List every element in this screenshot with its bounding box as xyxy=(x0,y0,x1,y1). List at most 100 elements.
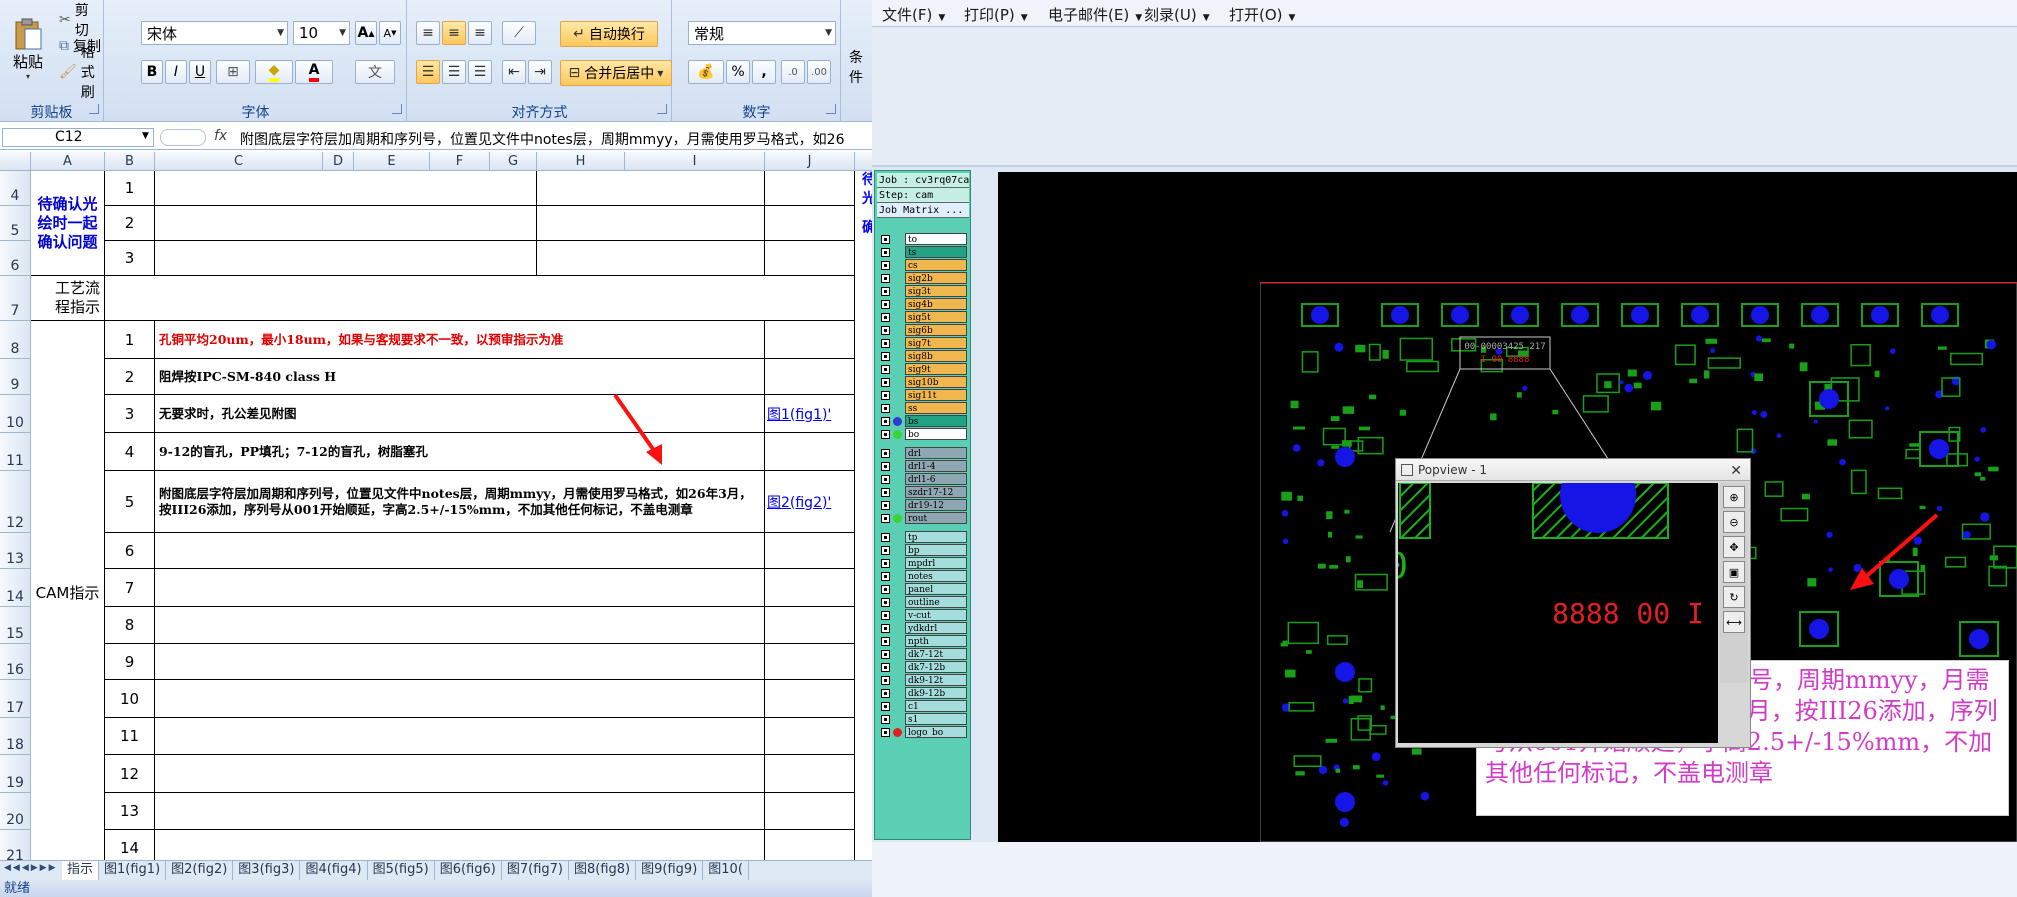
layer-row[interactable]: dk9-12t xyxy=(879,674,969,687)
layer-name[interactable]: panel xyxy=(905,583,967,595)
cam-menu-item[interactable]: 刻录(U) ▼ xyxy=(1144,4,1210,25)
italic-button[interactable]: I xyxy=(165,60,187,84)
dialog-launcher-icon[interactable] xyxy=(89,104,99,114)
figure-link[interactable] xyxy=(765,644,855,680)
figure-link[interactable] xyxy=(765,793,855,830)
item-number[interactable]: 3 xyxy=(105,395,155,433)
align-left-button[interactable]: ☰ xyxy=(416,60,440,84)
item-number[interactable]: 8 xyxy=(105,607,155,644)
dialog-launcher-icon[interactable] xyxy=(657,104,667,114)
row-header[interactable]: 10 xyxy=(0,395,31,433)
layer-name[interactable]: bo xyxy=(905,428,967,440)
layer-row[interactable]: cs xyxy=(879,259,969,272)
layer-row[interactable]: drl xyxy=(879,447,969,460)
figure-link[interactable] xyxy=(765,533,855,569)
layer-row[interactable]: ts xyxy=(879,246,969,259)
layer-name[interactable]: mpdrl xyxy=(905,557,967,569)
cut-button[interactable]: ✂ 剪切 xyxy=(58,3,103,39)
layer-checkbox[interactable] xyxy=(881,572,890,581)
figure-link[interactable] xyxy=(765,718,855,755)
sheet-nav-arrows-icon[interactable]: ◀◀◀▶▶▶ xyxy=(4,863,58,873)
cam-menu-item[interactable]: 打开(O) ▼ xyxy=(1229,4,1295,25)
layer-name[interactable]: sig6b xyxy=(905,324,967,336)
layer-name[interactable]: s1 xyxy=(905,713,967,725)
sheet-tab[interactable]: 图3(fig3) xyxy=(233,861,301,880)
item-number[interactable]: 6 xyxy=(105,533,155,569)
sheet-tab[interactable]: 图4(fig4) xyxy=(300,861,368,880)
layer-checkbox[interactable] xyxy=(881,676,890,685)
paste-button[interactable]: 粘贴 ▾ xyxy=(4,8,52,90)
layer-checkbox[interactable] xyxy=(881,585,890,594)
item-number[interactable]: 5 xyxy=(105,471,155,533)
layer-checkbox[interactable] xyxy=(881,559,890,568)
layer-name[interactable]: logo_bo xyxy=(905,726,967,738)
wrap-text-button[interactable]: ↵ 自动换行 xyxy=(560,21,658,47)
layer-checkbox[interactable] xyxy=(881,475,890,484)
instruction-text[interactable] xyxy=(155,680,765,718)
fit-button[interactable]: ▣ xyxy=(1723,561,1745,583)
layer-name[interactable]: sig8b xyxy=(905,350,967,362)
item-number[interactable]: 10 xyxy=(105,680,155,718)
figure-link[interactable] xyxy=(765,359,855,395)
row-header[interactable]: 7 xyxy=(0,276,31,321)
instruction-text[interactable] xyxy=(155,644,765,680)
layer-row[interactable]: notes xyxy=(879,570,969,583)
figure-link[interactable]: 图1(fig1)' xyxy=(765,395,855,433)
figure-link[interactable] xyxy=(765,830,855,860)
sheet-tab[interactable]: 图10( xyxy=(703,861,749,880)
layer-name[interactable]: c1 xyxy=(905,700,967,712)
row-header[interactable]: 17 xyxy=(0,680,31,718)
layer-name[interactable]: dk9-12t xyxy=(905,674,967,686)
merge-center-button[interactable]: ⊟ 合并后居中 ▼ xyxy=(560,60,672,86)
align-top-button[interactable]: ≡ xyxy=(416,21,440,45)
dialog-launcher-icon[interactable] xyxy=(392,104,402,114)
item-number[interactable]: 12 xyxy=(105,755,155,793)
layer-checkbox[interactable] xyxy=(881,274,890,283)
sheet-tab[interactable]: 图8(fig8) xyxy=(569,861,637,880)
column-header[interactable]: E xyxy=(354,152,430,171)
pending-h-cell[interactable] xyxy=(537,171,765,206)
currency-button[interactable]: 💰 xyxy=(688,60,724,84)
row-header[interactable]: 12 xyxy=(0,471,31,533)
layer-name[interactable]: drl1-4 xyxy=(905,460,967,472)
row-header[interactable]: 21 xyxy=(0,830,31,860)
column-header[interactable]: H xyxy=(537,152,625,171)
pending-text-cell[interactable] xyxy=(155,206,537,241)
instruction-text[interactable] xyxy=(155,718,765,755)
align-center-button[interactable]: ☰ xyxy=(442,60,466,84)
item-number[interactable]: 14 xyxy=(105,830,155,860)
layer-checkbox[interactable] xyxy=(881,449,890,458)
layer-name[interactable]: v-cut xyxy=(905,609,967,621)
layer-row[interactable]: sig2b xyxy=(879,272,969,285)
layer-name[interactable]: bs xyxy=(905,415,967,427)
instruction-text[interactable] xyxy=(155,830,765,860)
figure-link[interactable] xyxy=(765,607,855,644)
percent-button[interactable]: % xyxy=(726,60,750,84)
instruction-text[interactable]: 无要求时，孔公差见附图 xyxy=(155,395,765,433)
instruction-text[interactable] xyxy=(155,533,765,569)
figure-link[interactable] xyxy=(765,321,855,359)
chevron-down-icon[interactable]: ▼ xyxy=(142,131,149,141)
pending-text-cell[interactable] xyxy=(155,241,537,276)
layer-checkbox[interactable] xyxy=(881,365,890,374)
instruction-text[interactable]: 孔铜平均20um，最小18um，如果与客规要求不一致，以预审指示为准 xyxy=(155,321,765,359)
sheet-tab[interactable]: 图1(fig1) xyxy=(99,861,167,880)
row-header[interactable]: 16 xyxy=(0,644,31,680)
instruction-text[interactable] xyxy=(155,793,765,830)
item-number[interactable]: 1 xyxy=(105,321,155,359)
layer-row[interactable]: panel xyxy=(879,583,969,596)
pending-confirm-label[interactable]: 待确认光绘时一起确认问题 xyxy=(31,171,105,276)
layer-name[interactable]: npth xyxy=(905,635,967,647)
phonetic-button[interactable]: 文 xyxy=(355,60,395,84)
item-number[interactable]: 3 xyxy=(105,241,155,276)
row-header[interactable]: 5 xyxy=(0,206,31,241)
row-header[interactable]: 4 xyxy=(0,171,31,206)
measure-button[interactable]: ⟷ xyxy=(1723,611,1745,633)
layer-checkbox[interactable] xyxy=(881,702,890,711)
font-size-dropdown[interactable]: 10 ▼ xyxy=(293,21,350,45)
layer-row[interactable]: sig8b xyxy=(879,350,969,363)
instruction-text[interactable] xyxy=(155,755,765,793)
zoom-in-button[interactable]: ⊕ xyxy=(1723,486,1745,508)
row-header[interactable]: 19 xyxy=(0,755,31,793)
sheet-tab[interactable]: 图5(fig5) xyxy=(368,861,435,880)
